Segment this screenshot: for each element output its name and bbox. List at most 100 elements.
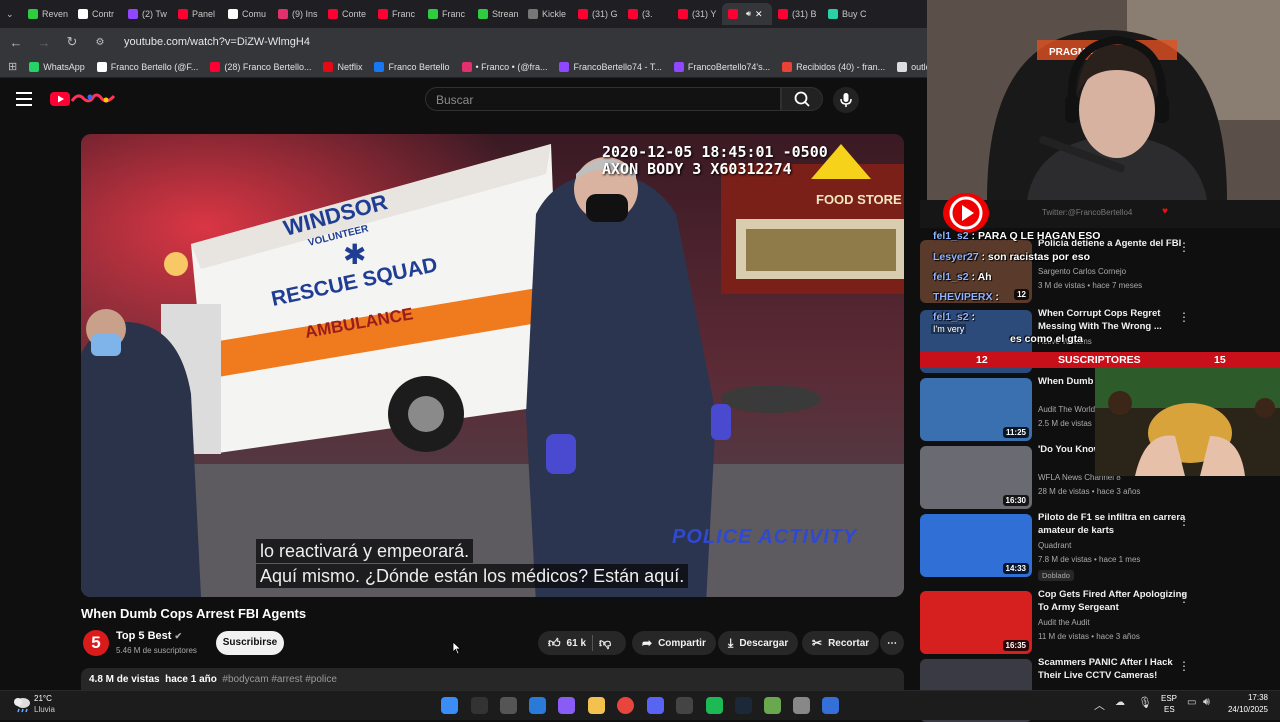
- file-explorer-icon[interactable]: [588, 697, 605, 714]
- download-button[interactable]: ⤓ Descargar: [718, 631, 799, 655]
- browser-tab-9[interactable]: Strean: [472, 3, 522, 25]
- browser-tab-12[interactable]: (3.: [622, 3, 672, 25]
- clock-time[interactable]: 17:38: [1236, 693, 1268, 702]
- url-field[interactable]: youtube.com/watch?v=DiZW-WlmgH4: [124, 36, 310, 48]
- browser-tab-13[interactable]: (31) Y: [672, 3, 722, 25]
- tab-close-icon[interactable]: ✕: [755, 9, 763, 20]
- recommended-title[interactable]: Cop Gets Fired After Apologizing To Army…: [1038, 588, 1188, 614]
- browser-tab-6[interactable]: Conte: [322, 3, 372, 25]
- browser-tab-4[interactable]: Comu: [222, 3, 272, 25]
- webcam-frame: PRAGMATIC: [927, 0, 1280, 200]
- menu-icon[interactable]: [16, 92, 32, 106]
- recommended-channel[interactable]: Quadrant: [1038, 541, 1071, 550]
- video-thumbnail[interactable]: 11:25: [920, 378, 1032, 441]
- bookmark-4[interactable]: Franco Bertello: [374, 61, 450, 72]
- heart-icon: ♥: [1162, 206, 1168, 217]
- video-duration: 12: [1014, 289, 1029, 300]
- bookmark-8[interactable]: Recibidos (40) - fran...: [782, 61, 885, 72]
- app-icon-c[interactable]: [822, 697, 839, 714]
- tab-label: Strean: [492, 9, 519, 19]
- steam-icon[interactable]: [735, 697, 752, 714]
- recommended-video[interactable]: 16:35 Cop Gets Fired After Apologizing To…: [920, 588, 1280, 654]
- tray-chevron-icon[interactable]: ︿: [1094, 697, 1105, 713]
- clip-button[interactable]: ✂ Recortar: [802, 631, 880, 655]
- tab-list-dropdown[interactable]: ⌄: [0, 3, 22, 25]
- browser-tab-5[interactable]: (9) Ins: [272, 3, 322, 25]
- dislike-button[interactable]: 👎︎: [599, 636, 611, 651]
- more-options-icon[interactable]: ⋮: [1178, 591, 1190, 605]
- windows-start-icon[interactable]: [441, 697, 458, 714]
- recommended-video[interactable]: 14:33 Piloto de F1 se infiltra en carrera…: [920, 511, 1280, 581]
- share-button[interactable]: ➦ Compartir: [632, 631, 716, 655]
- bookmark-7[interactable]: FrancoBertello74's...: [673, 61, 770, 72]
- volume-icon[interactable]: 🔊︎: [1203, 696, 1210, 709]
- obs-icon[interactable]: [676, 697, 693, 714]
- tab-label: (9) Ins: [292, 9, 318, 19]
- copilot-icon[interactable]: [558, 697, 575, 714]
- network-icon[interactable]: ▭: [1187, 697, 1196, 708]
- bookmark-2[interactable]: (28) Franco Bertello...: [210, 61, 311, 72]
- hashtags[interactable]: #bodycam #arrest #police: [222, 674, 337, 685]
- bookmark-favicon-icon: [96, 61, 107, 72]
- apps-grid-icon[interactable]: ⊞: [8, 60, 17, 73]
- video-thumbnail[interactable]: 16:35: [920, 591, 1032, 654]
- bookmark-0[interactable]: WhatsApp: [29, 61, 85, 72]
- bookmark-6[interactable]: FrancoBertello74 - T...: [559, 61, 662, 72]
- voice-search-button[interactable]: [833, 87, 859, 113]
- more-options-icon[interactable]: ⋮: [1178, 514, 1190, 528]
- forward-icon[interactable]: →: [36, 35, 52, 50]
- store-icon[interactable]: [529, 697, 546, 714]
- reload-icon[interactable]: ↻: [64, 34, 80, 50]
- more-options-icon[interactable]: ⋮: [1178, 310, 1190, 324]
- video-thumbnail[interactable]: 16:30: [920, 446, 1032, 509]
- channel-name[interactable]: Top 5 Best ✔: [116, 630, 182, 642]
- recommended-channel[interactable]: Audit The World: [1038, 405, 1095, 414]
- browser-tab-15[interactable]: (31) B: [772, 3, 822, 25]
- youtube-logo[interactable]: [50, 91, 116, 107]
- video-thumbnail[interactable]: 14:33: [920, 514, 1032, 577]
- recommended-title[interactable]: When Corrupt Cops Regret Messing With Th…: [1038, 307, 1188, 333]
- spotify-icon[interactable]: [706, 697, 723, 714]
- description-box[interactable]: 4.8 M de vistas hace 1 año #bodycam #arr…: [81, 668, 904, 690]
- cloud-icon[interactable]: ☁: [1115, 697, 1125, 708]
- more-options-icon[interactable]: ⋮: [1178, 659, 1190, 673]
- mic-tray-icon[interactable]: 🎙︎: [1138, 696, 1152, 709]
- browser-tab-0[interactable]: Reven: [22, 3, 72, 25]
- app-icon-a[interactable]: [764, 697, 781, 714]
- thumbnail-overlay-text: I'm very: [931, 324, 967, 334]
- recommended-title[interactable]: Scammers PANIC After I Hack Their Live C…: [1038, 656, 1188, 682]
- browser-tab-16[interactable]: Buy C: [822, 3, 872, 25]
- like-button[interactable]: 👍︎ 61 k: [548, 636, 586, 651]
- browser-tab-11[interactable]: (31) G: [572, 3, 622, 25]
- weather-icon[interactable]: [12, 694, 32, 714]
- search-button[interactable]: [781, 87, 823, 111]
- browser-tab-2[interactable]: (2) Tw: [122, 3, 172, 25]
- browser-tab-7[interactable]: Franc: [372, 3, 422, 25]
- chrome-icon[interactable]: [617, 697, 634, 714]
- bookmark-5[interactable]: • Franco • (@fra...: [461, 61, 547, 72]
- bookmark-1[interactable]: Franco Bertello (@F...: [96, 61, 198, 72]
- search-input[interactable]: Buscar: [425, 87, 781, 111]
- subscriber-goal-bar: 12 SUSCRIPTORES 15: [920, 352, 1280, 368]
- back-icon[interactable]: ←: [8, 35, 24, 50]
- browser-tab-1[interactable]: Contr: [72, 3, 122, 25]
- task-view-icon[interactable]: [500, 697, 517, 714]
- recommended-channel[interactable]: Audit the Audit: [1038, 618, 1090, 627]
- browser-tab-14[interactable]: 🔊︎ ✕: [722, 3, 772, 25]
- bookmark-3[interactable]: Netflix: [323, 61, 362, 72]
- language-code[interactable]: ESP: [1161, 694, 1177, 703]
- browser-tab-10[interactable]: Kickle: [522, 3, 572, 25]
- discord-icon[interactable]: [647, 697, 664, 714]
- subscribe-button[interactable]: Suscribirse: [216, 631, 284, 655]
- channel-avatar[interactable]: 5: [83, 630, 109, 656]
- tab-audio-icon[interactable]: 🔊︎: [746, 9, 751, 19]
- recommended-channel[interactable]: Sargento Carlos Cornejo: [1038, 267, 1126, 276]
- more-actions-button[interactable]: ⋯: [880, 631, 904, 655]
- browser-tab-8[interactable]: Franc: [422, 3, 472, 25]
- site-info-icon[interactable]: ⚙: [92, 37, 108, 48]
- app-icon-b[interactable]: [793, 697, 810, 714]
- browser-tab-3[interactable]: Panel: [172, 3, 222, 25]
- taskbar-search-icon[interactable]: [471, 697, 488, 714]
- recommended-title[interactable]: Piloto de F1 se infiltra en carrera amat…: [1038, 511, 1188, 537]
- more-options-icon[interactable]: ⋮: [1178, 240, 1190, 254]
